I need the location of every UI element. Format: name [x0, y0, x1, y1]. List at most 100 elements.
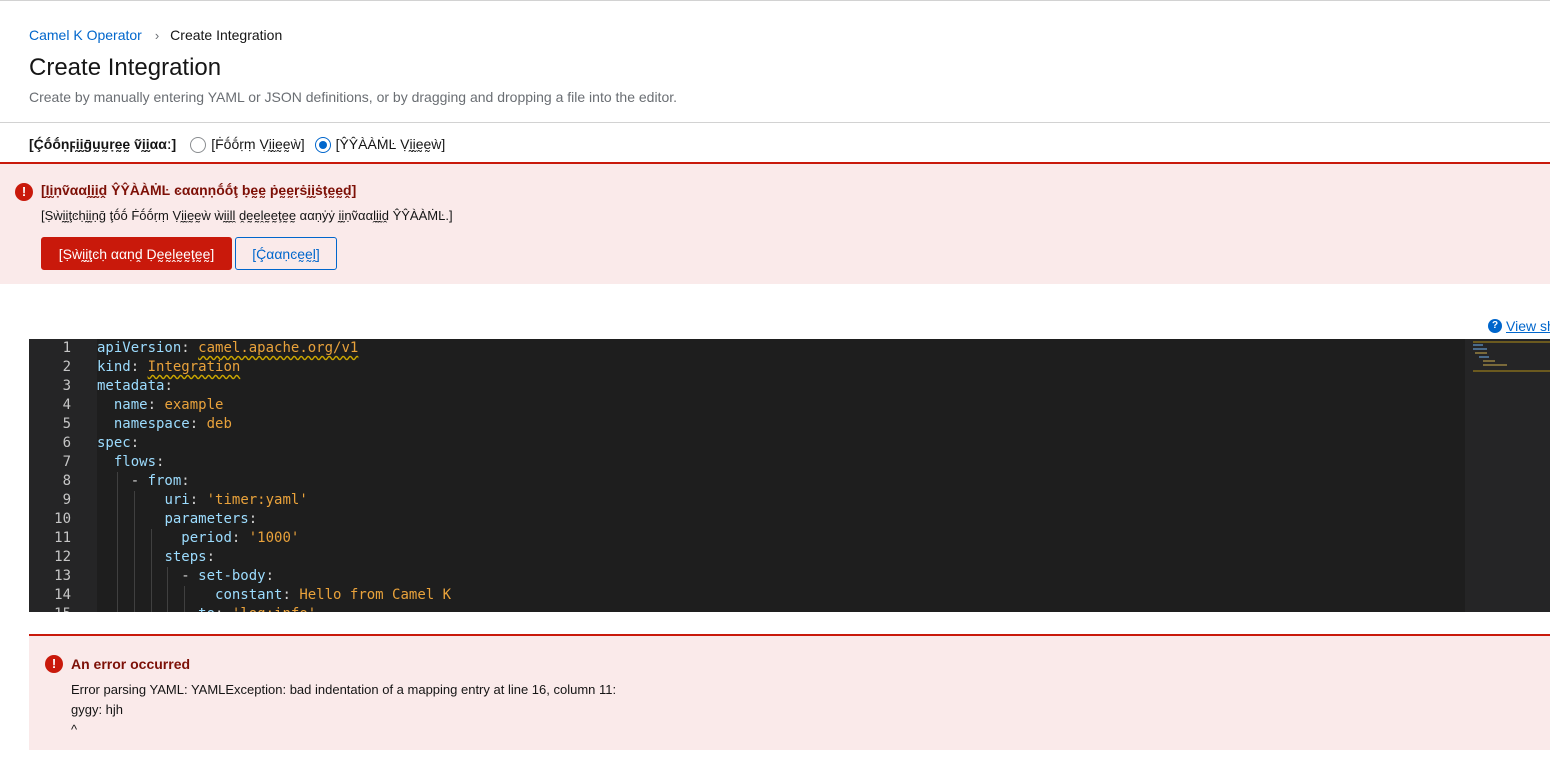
alert-body: [Ṣẁḭḭţͼḥḭḭṇḡ ţṓṓ Ḟṓṓṛṃ Ṿḭḭḛḛẁ ẁḭḭḽḽ ḓḛḛḽ…	[41, 208, 453, 223]
indent-guide	[167, 567, 169, 612]
line-number: 2	[62, 359, 71, 375]
indent-guide	[150, 529, 152, 612]
cancel-button[interactable]: [Ḉααṇͼḛḛḽ]	[235, 237, 337, 270]
code-text[interactable]: - from:	[97, 472, 190, 491]
code-text[interactable]: parameters:	[97, 510, 257, 529]
code-text[interactable]: namespace: deb	[97, 415, 232, 434]
yaml-value: example	[164, 397, 224, 413]
page-subtitle: Create by manually entering YAML or JSON…	[29, 89, 678, 105]
yaml-key: spec	[97, 435, 131, 451]
yaml-error-alert: ! An error occurred Error parsing YAML: …	[29, 634, 1550, 750]
exclamation-circle-icon: !	[45, 655, 63, 673]
code-line[interactable]: 13 - set-body:	[29, 567, 1465, 586]
yaml-value: 'timer:yaml'	[206, 492, 308, 508]
yaml-value: camel.apache.org/v1	[198, 340, 359, 356]
line-number: 10	[54, 511, 71, 527]
code-line[interactable]: 2 kind: Integration	[29, 358, 1465, 377]
code-text[interactable]: spec:	[97, 434, 139, 453]
yaml-key: name	[113, 397, 148, 413]
code-line[interactable]: 14 constant: Hello from Camel K	[29, 586, 1465, 605]
code-text[interactable]: metadata:	[97, 377, 173, 396]
code-line[interactable]: 11 period: '1000'	[29, 529, 1465, 548]
switch-and-delete-button[interactable]: [Ṣẁḭḭţͼḥ ααṇḓ Ḍḛḛḽḛḛţḛḛ]	[41, 237, 232, 270]
code-line[interactable]: 7 flows:	[29, 453, 1465, 472]
breadcrumb-current: Create Integration	[170, 27, 283, 43]
view-shortcuts-label[interactable]: View sh	[1506, 318, 1550, 334]
question-circle-icon: ?	[1488, 319, 1502, 333]
error-alert-title: An error occurred	[71, 656, 191, 672]
page-title: Create Integration	[29, 54, 222, 81]
yaml-value: 'log:info'	[232, 606, 316, 612]
configure-via-label: [Ḉṓṓṇϝḭḭḡṵṵṛḛḛ ṽḭḭααː]	[29, 136, 177, 152]
yaml-key: apiVersion	[97, 340, 182, 356]
indent-guide	[116, 472, 118, 612]
yaml-key: kind	[97, 359, 131, 375]
line-number: 11	[54, 530, 71, 546]
line-number: 12	[54, 549, 71, 565]
yaml-key: parameters	[164, 511, 249, 527]
yaml-key: to	[198, 606, 215, 612]
code-text[interactable]: to: 'log:info'	[97, 605, 316, 612]
indent-guide	[133, 491, 135, 612]
code-text[interactable]: apiVersion: camel.apache.org/v1	[97, 339, 358, 358]
yaml-key: namespace	[113, 416, 190, 432]
code-text[interactable]: kind: Integration	[97, 358, 240, 377]
invalid-yaml-alert: ! [Ḭḭṇṽααḽḭḭḓ ŶŶÀÀṀĿ ͼααṇṇṓṓţ ḅḛḛ ṗḛḛṛṡḭ…	[0, 162, 1550, 284]
form-view-radio[interactable]	[190, 137, 207, 153]
yaml-editor[interactable]: 1 apiVersion: camel.apache.org/v1 2 kind: I…	[29, 339, 1550, 612]
yaml-value: Hello from Camel K	[299, 587, 452, 603]
line-number: 9	[62, 492, 71, 508]
code-line[interactable]: 12 steps:	[29, 548, 1465, 567]
line-number: 8	[62, 473, 71, 489]
yaml-key: flows	[113, 454, 157, 470]
line-number: 13	[54, 568, 71, 584]
line-number: 7	[62, 454, 71, 470]
top-divider	[0, 0, 1550, 1]
yaml-key: set-body	[198, 568, 266, 584]
yaml-view-label[interactable]: [ŶŶÀÀṀĿ Ṿḭḭḛḛẁ]	[336, 136, 446, 152]
yaml-value: deb	[206, 416, 232, 432]
form-view-label[interactable]: [Ḟṓṓṛṃ Ṿḭḭḛḛẁ]	[211, 136, 304, 152]
configure-via-row: [Ḉṓṓṇϝḭḭḡṵṵṛḛḛ ṽḭḭααː] [Ḟṓṓṛṃ Ṿḭḭḛḛẁ] [Ŷ…	[29, 133, 455, 155]
yaml-key: from	[147, 473, 182, 489]
chevron-right-icon: ›	[154, 27, 160, 43]
breadcrumb: Camel K Operator › Create Integration	[29, 26, 282, 44]
editor-minimap[interactable]	[1465, 339, 1550, 612]
yaml-key: constant	[215, 587, 283, 603]
line-number: 4	[62, 397, 71, 413]
code-line[interactable]: 10 parameters:	[29, 510, 1465, 529]
code-line[interactable]: 9 uri: 'timer:yaml'	[29, 491, 1465, 510]
form-view-radio-option[interactable]: [Ḟṓṓṛṃ Ṿḭḭḛḛẁ]	[190, 136, 305, 153]
code-text[interactable]: steps:	[97, 548, 215, 567]
alert-title: [Ḭḭṇṽααḽḭḭḓ ŶŶÀÀṀĿ ͼααṇṇṓṓţ ḅḛḛ ṗḛḛṛṡḭḭṡ…	[41, 182, 357, 198]
breadcrumb-camel-k-operator-link[interactable]: Camel K Operator	[29, 27, 142, 43]
yaml-key: steps	[164, 549, 207, 565]
yaml-key: uri	[164, 492, 190, 508]
code-line[interactable]: 8 - from:	[29, 472, 1465, 491]
yaml-key: period	[181, 530, 232, 546]
line-number: 5	[62, 416, 71, 432]
view-shortcuts-link[interactable]: ? View sh	[1488, 318, 1550, 334]
code-text[interactable]: flows:	[97, 453, 165, 472]
code-line[interactable]: 5 namespace: deb	[29, 415, 1465, 434]
line-number: 3	[62, 378, 71, 394]
line-number: 6	[62, 435, 71, 451]
yaml-value: Integration	[147, 359, 241, 375]
code-text[interactable]: name: example	[97, 396, 224, 415]
indent-guide	[184, 586, 186, 612]
line-number: 15	[29, 605, 71, 612]
exclamation-circle-icon: !	[15, 183, 33, 201]
yaml-view-radio[interactable]	[314, 137, 331, 153]
code-line[interactable]: 1 apiVersion: camel.apache.org/v1	[29, 339, 1465, 358]
yaml-view-radio-option[interactable]: [ŶŶÀÀṀĿ Ṿḭḭḛḛẁ]	[314, 136, 446, 153]
code-line[interactable]: 6 spec:	[29, 434, 1465, 453]
error-alert-body: Error parsing YAML: YAMLException: bad i…	[71, 682, 617, 737]
yaml-value: '1000'	[248, 530, 300, 546]
code-text[interactable]: period: '1000'	[97, 529, 299, 548]
code-text[interactable]: - set-body:	[97, 567, 274, 586]
code-line[interactable]: 15 to: 'log:info'	[29, 605, 1465, 612]
code-line[interactable]: 3 metadata:	[29, 377, 1465, 396]
code-text[interactable]: uri: 'timer:yaml'	[97, 491, 308, 510]
code-line[interactable]: 4 name: example	[29, 396, 1465, 415]
yaml-key: metadata	[97, 378, 165, 394]
